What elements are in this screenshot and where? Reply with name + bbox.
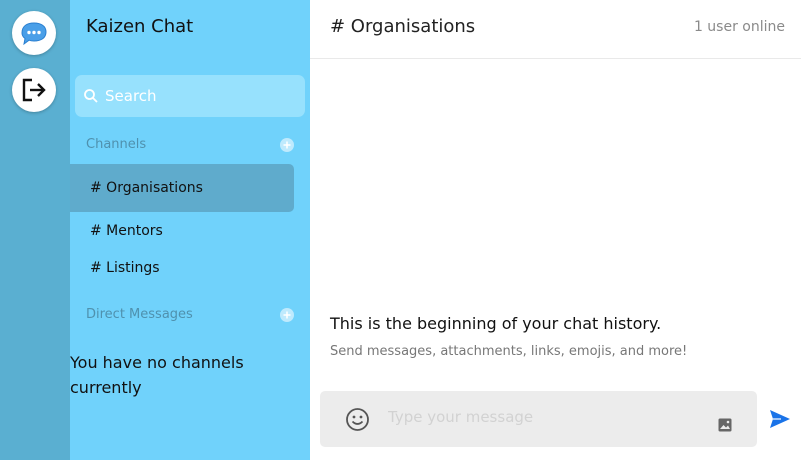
- chat-bubble-icon: [18, 17, 50, 49]
- emoji-button[interactable]: [345, 407, 370, 432]
- chat-button[interactable]: [12, 11, 56, 55]
- search-icon: [83, 88, 99, 104]
- add-channel-button[interactable]: [280, 138, 294, 152]
- no-channels-message: You have no channels currently: [70, 353, 244, 397]
- online-status: 1 user online: [693, 19, 785, 35]
- channel-item-mentors[interactable]: # Mentors: [70, 211, 294, 251]
- channel-item-organisations[interactable]: # Organisations: [70, 164, 294, 212]
- room-title: # Organisations: [330, 16, 476, 37]
- search-input[interactable]: [105, 87, 285, 105]
- chat-header: # Organisations 1 user online: [310, 0, 801, 59]
- image-icon: [718, 418, 732, 432]
- attach-image-button[interactable]: [718, 417, 732, 432]
- message-composer: [320, 391, 757, 447]
- channel-item-listings[interactable]: # Listings: [70, 248, 294, 288]
- plus-icon: [283, 311, 291, 319]
- plus-icon: [283, 141, 291, 149]
- send-button[interactable]: [769, 409, 791, 429]
- emoji-icon: [346, 408, 369, 431]
- chat-panel: # Organisations 1 user online This is th…: [310, 0, 801, 460]
- message-input[interactable]: [388, 408, 688, 426]
- icon-rail: [0, 0, 70, 460]
- history-subtitle: Send messages, attachments, links, emoji…: [330, 344, 688, 359]
- channels-label: Channels: [86, 137, 147, 152]
- logout-icon: [22, 78, 46, 102]
- send-icon: [770, 410, 790, 428]
- direct-messages-label: Direct Messages: [86, 307, 193, 322]
- add-direct-message-button[interactable]: [280, 308, 294, 322]
- logout-button[interactable]: [12, 68, 56, 112]
- search-box[interactable]: [75, 75, 305, 117]
- history-title: This is the beginning of your chat histo…: [330, 314, 662, 333]
- workspace-name: Kaizen Chat: [86, 16, 194, 37]
- channel-sidebar: Kaizen Chat Channels # Organisations # M…: [70, 0, 310, 460]
